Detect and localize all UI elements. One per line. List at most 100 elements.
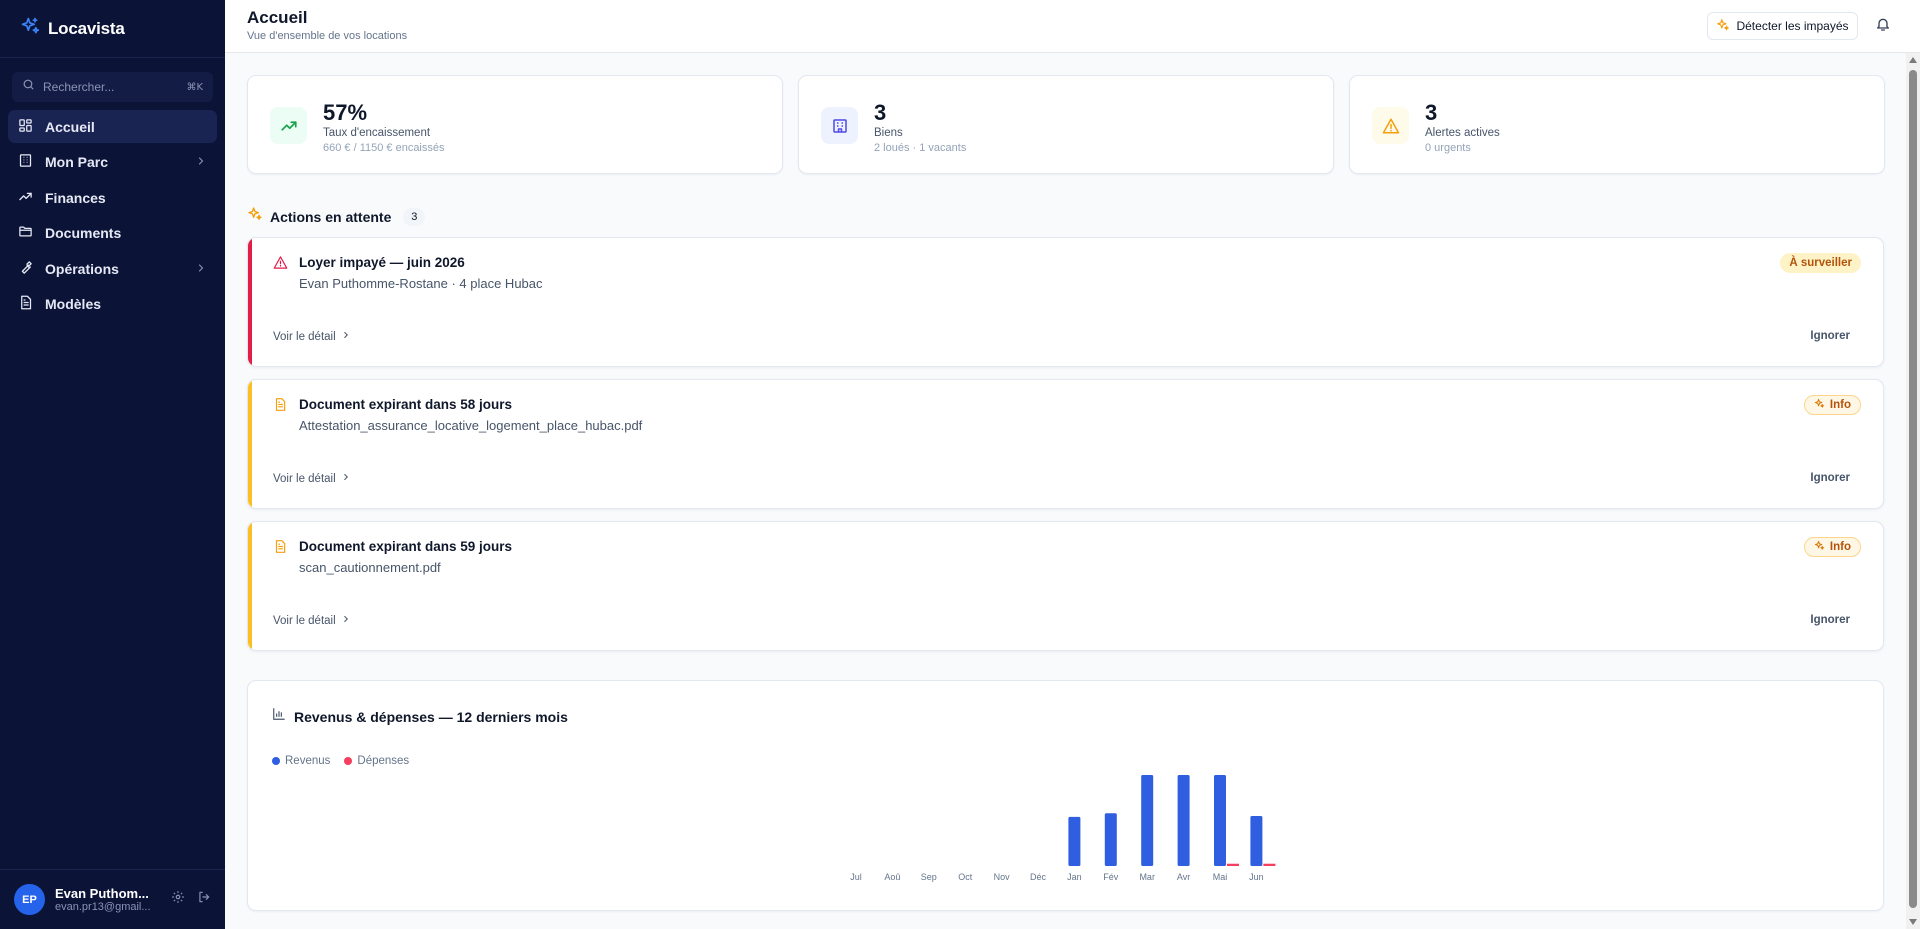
sparkle-icon [1814, 540, 1825, 554]
action-subtitle: scan_cautionnement.pdf [299, 560, 441, 575]
revenue-expense-chart-card: Jul Aoû Sep Oct Nov Déc Jan Fév Mar Avr Mai Jun Rev… [247, 680, 1884, 911]
status-badge: Info [1803, 395, 1861, 415]
sidebar-item-label: Accueil [45, 118, 95, 135]
stat-card-alerts[interactable]: 3 Alertes actives 0 urgents [1349, 75, 1885, 174]
page-header: Accueil Vue d'ensemble de vos locations … [225, 0, 1920, 53]
page-subtitle: Vue d'ensemble de vos locations [247, 30, 408, 42]
chevron-right-icon [195, 154, 207, 170]
scroll-up-arrow-icon[interactable] [1909, 57, 1917, 63]
bell-icon[interactable] [1875, 16, 1891, 37]
legend-item-revenus[interactable]: Revenus [272, 755, 330, 767]
chevron-right-icon [341, 614, 351, 627]
sidebar-item-accueil[interactable]: Accueil [8, 110, 217, 143]
action-card[interactable]: Loyer impayé — juin 2026 Evan Puthomme-R… [247, 237, 1884, 367]
ignore-button[interactable]: Ignorer [1810, 614, 1850, 626]
chart-header: Revenus & dépenses — 12 derniers mois [272, 707, 568, 726]
x-tick-label: Avr [1177, 872, 1190, 882]
action-card[interactable]: Document expirant dans 59 jours scan_cau… [247, 521, 1884, 651]
sparkle-logo-icon [20, 16, 40, 41]
scrollbar-thumb[interactable] [1909, 70, 1917, 908]
actions-section-header: Actions en attente 3 [247, 206, 426, 227]
stat-label: Biens [874, 127, 903, 139]
actions-title: Actions en attente [270, 208, 392, 225]
search-input[interactable]: Rechercher... ⌘K [12, 72, 213, 102]
brand-name: Locavista [48, 18, 125, 38]
page-scrollbar[interactable] [1906, 53, 1920, 929]
view-detail-link[interactable]: Voir le détail [273, 330, 351, 343]
view-detail-label: Voir le détail [273, 614, 336, 627]
stat-label: Taux d'encaissement [323, 127, 431, 139]
stat-card-properties[interactable]: 3 Biens 2 loués · 1 vacants [798, 75, 1334, 174]
x-tick-label: Aoû [884, 872, 900, 882]
action-title: Document expirant dans 59 jours [299, 539, 513, 554]
chart-legend: Revenus Dépenses [272, 755, 409, 767]
bar-revenus-Avr[interactable] [1177, 775, 1190, 866]
action-card[interactable]: Document expirant dans 58 jours Attestat… [247, 379, 1884, 509]
stat-label: Alertes actives [1425, 127, 1500, 139]
scroll-down-arrow-icon[interactable] [1909, 919, 1917, 925]
file-text-icon [273, 397, 287, 417]
sidebar-item-documents[interactable]: Documents [8, 217, 217, 250]
view-detail-link[interactable]: Voir le détail [273, 614, 351, 627]
legend-label: Dépenses [357, 755, 410, 767]
x-tick-label: Jul [850, 872, 862, 882]
bar-revenus-Mai[interactable] [1214, 775, 1226, 866]
action-title: Loyer impayé — juin 2026 [299, 255, 465, 270]
action-subtitle: Attestation_assurance_locative_logement_… [299, 418, 643, 433]
stat-value: 3 [874, 100, 887, 125]
legend-dot [344, 757, 353, 765]
bar-revenus-Fév[interactable] [1104, 813, 1117, 866]
sidebar-nav: Accueil Mon Parc Finances Documents Opér… [0, 110, 225, 321]
logout-icon[interactable] [197, 890, 211, 909]
avatar[interactable]: EP [14, 884, 45, 915]
action-title: Document expirant dans 58 jours [299, 397, 513, 412]
legend-label: Revenus [285, 755, 331, 767]
search-shortcut: ⌘K [186, 81, 203, 93]
sidebar-item-operations[interactable]: Opérations [8, 252, 217, 285]
stat-card-collection[interactable]: 57% Taux d'encaissement 660 € / 1150 € e… [247, 75, 783, 174]
sidebar-item-finances[interactable]: Finances [8, 181, 217, 214]
sidebar-item-label: Opérations [45, 260, 119, 277]
x-tick-label: Sep [921, 872, 937, 882]
sidebar-item-mon-parc[interactable]: Mon Parc [8, 146, 217, 179]
bar-depenses-Jun[interactable] [1263, 863, 1276, 866]
action-accent-bar [248, 380, 252, 508]
view-detail-link[interactable]: Voir le détail [273, 472, 351, 485]
file-text-icon [273, 539, 287, 559]
ignore-button[interactable]: Ignorer [1810, 472, 1850, 484]
settings-gear-icon[interactable] [171, 890, 185, 909]
view-detail-label: Voir le détail [273, 330, 336, 343]
status-badge: Info [1803, 537, 1861, 557]
x-tick-label: Nov [994, 872, 1011, 882]
legend-item-depenses[interactable]: Dépenses [344, 755, 409, 767]
stat-detail: 0 urgents [1425, 142, 1471, 154]
search-placeholder: Rechercher... [43, 80, 115, 94]
x-tick-label: Fév [1103, 872, 1119, 882]
sidebar-item-modeles[interactable]: Modèles [8, 288, 217, 321]
bar-revenus-Jun[interactable] [1250, 815, 1263, 866]
bar-revenus-Mar[interactable] [1141, 775, 1154, 866]
action-accent-bar [248, 522, 252, 650]
search-icon [22, 78, 35, 96]
bar-revenus-Jan[interactable] [1068, 816, 1081, 866]
action-subtitle: Evan Puthomme-Rostane · 4 place Hubac [299, 276, 543, 291]
status-badge-label: Info [1829, 541, 1851, 553]
ignore-button[interactable]: Ignorer [1810, 330, 1850, 342]
detect-unpaid-label: Détecter les impayés [1736, 19, 1849, 33]
stat-detail: 2 loués · 1 vacants [874, 142, 967, 154]
brand[interactable]: Locavista [0, 0, 225, 58]
building-icon [18, 153, 33, 171]
sparkle-icon [247, 206, 263, 227]
sparkle-icon [1814, 398, 1825, 412]
bar-depenses-Mai[interactable] [1227, 863, 1239, 866]
detect-unpaid-button[interactable]: Détecter les impayés [1707, 12, 1858, 40]
building-icon [821, 107, 858, 144]
sparkle-icon [1716, 18, 1730, 35]
bar-chart-icon [272, 707, 286, 726]
stat-detail: 660 € / 1150 € encaissés [323, 142, 445, 154]
chevron-right-icon [341, 330, 351, 343]
status-badge-label: À surveiller [1789, 257, 1852, 269]
action-accent-bar [248, 238, 252, 366]
user-panel: EP Evan Puthom... evan.pr13@gmail... [0, 869, 225, 929]
chevron-right-icon [195, 261, 207, 277]
